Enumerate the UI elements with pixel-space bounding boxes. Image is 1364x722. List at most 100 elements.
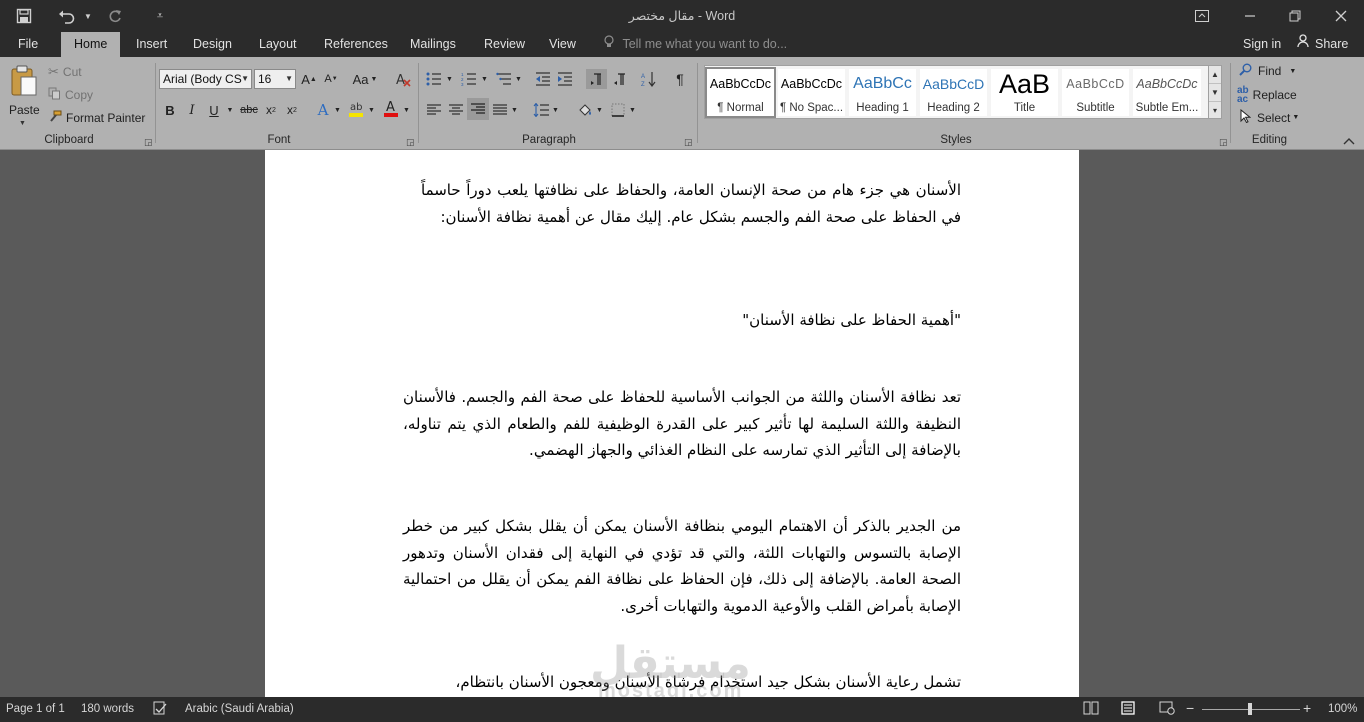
multilevel-list-icon[interactable] [495,69,513,89]
tab-layout[interactable]: Layout [250,32,306,57]
document-page[interactable]: الأسنان هي جزء هام من صحة الإنسان العامة… [265,150,1079,697]
underline-icon[interactable]: U [207,100,221,120]
grow-font-icon[interactable]: A ▲ [300,69,318,89]
shading-icon[interactable] [576,100,594,120]
ltr-direction-icon[interactable] [586,69,607,89]
clipboard-launcher-icon[interactable]: ◲ [144,137,153,148]
borders-icon[interactable] [609,100,627,120]
scissors-icon: ✂ [48,64,59,79]
paragraph-body-1[interactable]: تعد نظافة الأسنان واللثة من الجوانب الأس… [403,384,961,464]
subscript-icon[interactable]: x2 [263,100,279,120]
italic-icon[interactable]: I [185,100,199,120]
word-count[interactable]: 180 words [81,703,134,715]
copy-button[interactable]: Copy [48,87,93,103]
style-heading-2[interactable]: AaBbCcD Heading 2 [920,69,987,116]
strikethrough-icon[interactable]: abc [240,100,258,120]
bullets-dropdown-icon[interactable]: ▼ [445,69,454,89]
align-center-icon[interactable] [447,100,465,120]
style-subtle-emphasis[interactable]: AaBbCcDc Subtle Em... [1133,69,1201,116]
text-effects-icon[interactable]: A [315,100,331,120]
clear-formatting-icon[interactable]: A [393,69,413,89]
style-normal[interactable]: AaBbCcDc ¶ Normal [705,67,776,118]
zoom-slider-thumb[interactable] [1248,703,1252,715]
shrink-font-icon[interactable]: A ▼ [322,69,340,89]
font-size-combo[interactable]: 16 ▼ [254,69,296,89]
text-effects-dropdown-icon[interactable]: ▼ [333,100,342,120]
sort-icon[interactable]: AZ [640,69,658,89]
tab-mailings[interactable]: Mailings [401,32,465,57]
collapse-ribbon-icon[interactable] [1340,131,1358,151]
page-count[interactable]: Page 1 of 1 [6,703,65,715]
tab-design[interactable]: Design [184,32,241,57]
rtl-direction-icon[interactable] [610,69,628,89]
cut-button[interactable]: ✂ Cut [48,64,82,80]
more-styles-icon[interactable]: ▾ [1209,102,1221,120]
line-spacing-icon[interactable] [532,100,550,120]
highlight-icon[interactable]: ab [347,98,365,118]
increase-indent-icon[interactable] [556,69,574,89]
web-layout-icon[interactable] [1159,701,1175,718]
restore-icon[interactable] [1283,4,1307,28]
style-name: Heading 2 [927,102,980,114]
style-heading-1[interactable]: AaBbCc Heading 1 [849,69,916,116]
bullets-icon[interactable] [425,69,443,89]
numbering-dropdown-icon[interactable]: ▼ [480,69,489,89]
justify-icon[interactable] [491,100,509,120]
paragraph-launcher-icon[interactable]: ◲ [684,137,693,148]
paragraph-intro[interactable]: الأسنان هي جزء هام من صحة الإنسان العامة… [421,177,961,230]
multilevel-dropdown-icon[interactable]: ▼ [514,69,523,89]
zoom-out-icon[interactable]: − [1186,700,1194,716]
share-button[interactable]: Share [1297,32,1348,57]
pilcrow-icon[interactable]: ¶ [671,69,689,89]
paragraph-heading[interactable]: "أهمية الحفاظ على نظافة الأسنان" [421,307,961,334]
sign-in-link[interactable]: Sign in [1243,32,1281,57]
zoom-in-icon[interactable]: + [1303,700,1311,716]
styles-launcher-icon[interactable]: ◲ [1219,137,1228,148]
style-subtitle[interactable]: AaBbCcD Subtitle [1062,69,1129,116]
zoom-level[interactable]: 100% [1328,703,1357,715]
find-button[interactable]: Find ▼ [1239,63,1296,79]
format-painter-button[interactable]: Format Painter [48,110,145,126]
tab-references[interactable]: References [315,32,397,57]
paragraph-body-2[interactable]: من الجدير بالذكر أن الاهتمام اليومي بنظا… [403,513,961,619]
proofing-icon[interactable] [153,701,167,718]
tab-insert[interactable]: Insert [127,32,176,57]
tab-review[interactable]: Review [475,32,534,57]
font-color-icon[interactable]: A [382,98,400,118]
select-button[interactable]: Select ▼ [1240,108,1299,126]
print-layout-icon[interactable] [1121,701,1135,718]
scroll-down-icon[interactable]: ▼ [1209,84,1221,102]
align-right-icon[interactable] [467,98,489,120]
line-spacing-dropdown-icon[interactable]: ▼ [551,100,560,120]
paste-button[interactable]: Paste ▼ [6,63,40,129]
scroll-up-icon[interactable]: ▲ [1209,66,1221,84]
language-indicator[interactable]: Arabic (Saudi Arabia) [185,703,294,715]
document-workspace[interactable]: الأسنان هي جزء هام من صحة الإنسان العامة… [0,150,1364,697]
styles-gallery-scroll[interactable]: ▲ ▼ ▾ [1208,65,1222,119]
ribbon-display-icon[interactable] [1190,4,1214,28]
tab-home[interactable]: Home [61,32,121,57]
superscript-icon[interactable]: x2 [284,100,300,120]
font-launcher-icon[interactable]: ◲ [406,137,415,148]
tab-view[interactable]: View [540,32,585,57]
bold-icon[interactable]: B [163,100,177,120]
tab-file[interactable]: File [9,32,47,57]
font-color-dropdown-icon[interactable]: ▼ [402,100,411,120]
style-title[interactable]: AaB Title [991,69,1058,116]
decrease-indent-icon[interactable] [534,69,552,89]
close-icon[interactable] [1329,4,1353,28]
tell-me-box[interactable]: Tell me what you want to do... [604,32,787,57]
change-case-icon[interactable]: Aa ▼ [352,69,378,89]
borders-dropdown-icon[interactable]: ▼ [628,100,637,120]
underline-dropdown-icon[interactable]: ▼ [225,100,235,120]
numbering-icon[interactable]: 123 [460,69,478,89]
align-left-icon[interactable] [425,100,443,120]
style-no-spacing[interactable]: AaBbCcDc ¶ No Spac... [778,69,845,116]
minimize-icon[interactable] [1238,4,1262,28]
shading-dropdown-icon[interactable]: ▼ [595,100,604,120]
replace-button[interactable]: ab ac Replace [1237,86,1297,105]
highlight-dropdown-icon[interactable]: ▼ [367,100,376,120]
justify-dropdown-icon[interactable]: ▼ [510,100,519,120]
read-mode-icon[interactable] [1083,701,1099,718]
font-family-combo[interactable]: Arial (Body CS ▼ [159,69,252,89]
